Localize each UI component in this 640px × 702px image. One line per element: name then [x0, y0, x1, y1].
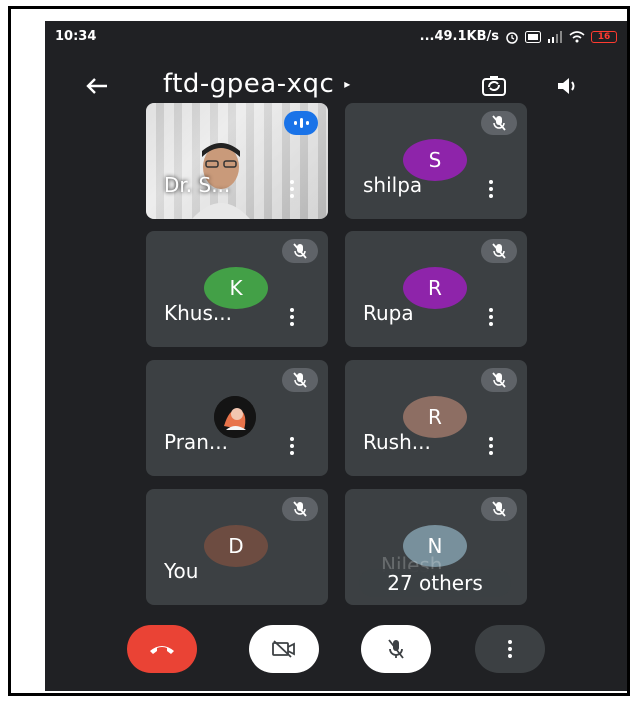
- participant-tile[interactable]: Pran...: [146, 360, 328, 476]
- wifi-icon: [569, 30, 585, 43]
- participant-name: shilpa: [363, 173, 423, 197]
- others-tile[interactable]: N Nilesh 27 others: [345, 489, 527, 605]
- camera-toggle-button[interactable]: [249, 625, 319, 673]
- alarm-icon: [505, 30, 519, 44]
- more-vert-icon[interactable]: [483, 434, 499, 458]
- participant-tile[interactable]: S shilpa: [345, 103, 527, 219]
- mic-off-icon: [388, 639, 404, 659]
- end-call-button[interactable]: [127, 625, 197, 673]
- participant-name: Pran...: [164, 430, 228, 454]
- switch-camera-icon[interactable]: [477, 71, 511, 101]
- call-controls: [45, 625, 627, 683]
- mic-off-icon: [481, 239, 517, 263]
- status-time: 10:34: [55, 29, 97, 44]
- caret-right-icon: ▸: [344, 77, 351, 91]
- participant-name: Dr. S...: [164, 173, 231, 197]
- participant-tile[interactable]: R Rupa: [345, 231, 527, 347]
- phone-screen: 10:34 ...49.1KB/s 16 ftd-gpea-xqc ▸ Dr. …: [45, 21, 627, 691]
- participant-tile-self[interactable]: D You: [146, 489, 328, 605]
- avatar: D: [204, 525, 268, 567]
- camera-off-icon: [272, 640, 295, 658]
- more-vert-icon[interactable]: [483, 305, 499, 329]
- mic-off-icon: [282, 239, 318, 263]
- participant-name: Khus...: [164, 301, 232, 325]
- more-vert-icon[interactable]: [284, 305, 300, 329]
- meeting-code: ftd-gpea-xqc: [163, 69, 335, 99]
- more-vert-icon[interactable]: [483, 177, 499, 201]
- meeting-header: ftd-gpea-xqc ▸: [45, 61, 627, 113]
- battery-icon: 16: [591, 30, 617, 43]
- participant-name: Rush...: [363, 430, 431, 454]
- arrow-left-icon[interactable]: [79, 71, 115, 101]
- status-bar: 10:34 ...49.1KB/s 16: [45, 21, 627, 55]
- mic-off-icon: [282, 497, 318, 521]
- speaker-icon[interactable]: [551, 71, 585, 101]
- screenshot-frame: 10:34 ...49.1KB/s 16 ftd-gpea-xqc ▸ Dr. …: [8, 6, 630, 696]
- mic-off-icon: [481, 497, 517, 521]
- speaking-indicator-icon: [284, 111, 318, 135]
- more-vert-icon[interactable]: [284, 177, 300, 201]
- volte-icon: [525, 30, 541, 43]
- participant-name: You: [164, 559, 199, 583]
- participant-tile[interactable]: R Rush...: [345, 360, 527, 476]
- meeting-title[interactable]: ftd-gpea-xqc ▸: [163, 69, 351, 99]
- mic-toggle-button[interactable]: [361, 625, 431, 673]
- signal-icon: [547, 30, 563, 43]
- end-call-icon: [150, 646, 174, 654]
- network-speed: ...49.1KB/s: [419, 29, 499, 44]
- mic-off-icon: [481, 368, 517, 392]
- more-vert-icon[interactable]: [284, 434, 300, 458]
- participant-tile[interactable]: Dr. S...: [146, 103, 328, 219]
- participant-tile[interactable]: K Khus...: [146, 231, 328, 347]
- mic-off-icon: [481, 111, 517, 135]
- mic-off-icon: [282, 368, 318, 392]
- more-options-button[interactable]: [475, 625, 545, 673]
- others-count-button[interactable]: 27 others: [359, 569, 511, 597]
- more-vert-icon: [508, 640, 512, 658]
- participant-name: Rupa: [363, 301, 414, 325]
